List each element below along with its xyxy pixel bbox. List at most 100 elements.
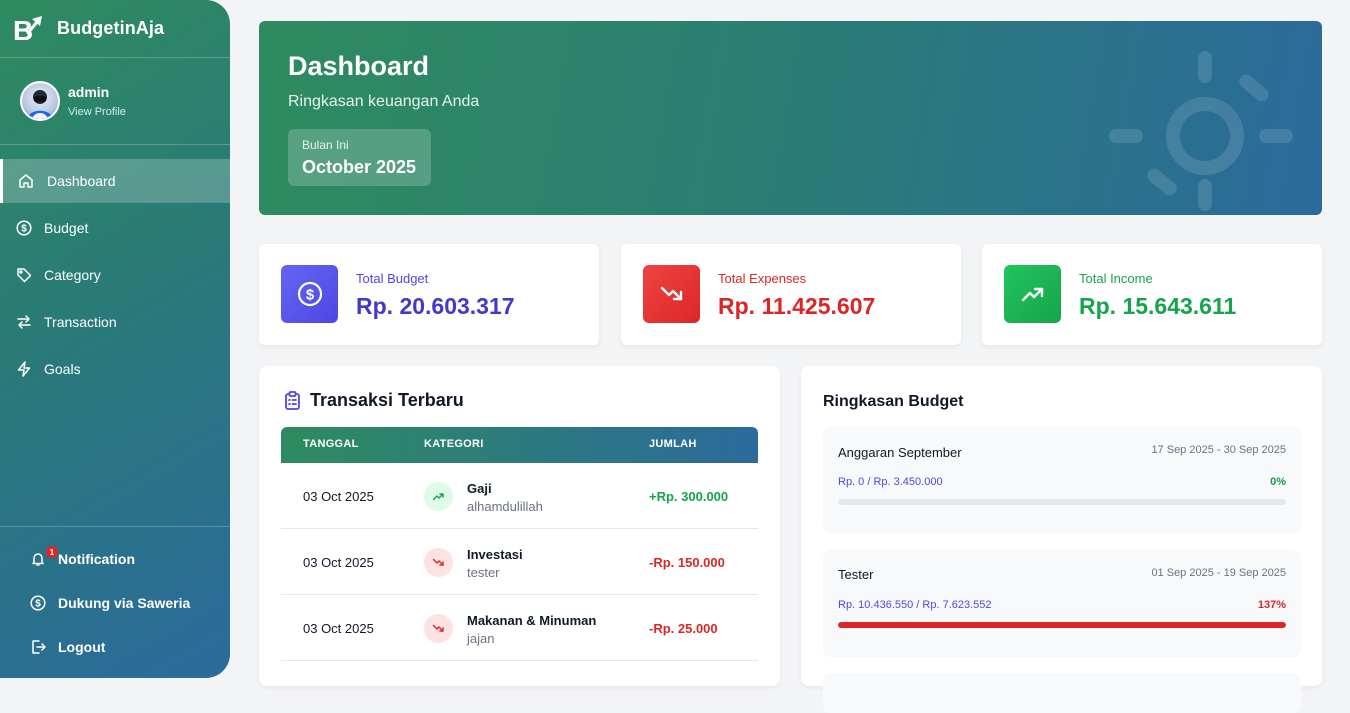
home-icon (18, 173, 34, 189)
logout-button[interactable]: Logout (0, 625, 230, 669)
saweria-button[interactable]: $ Dukung via Saweria (0, 581, 230, 625)
row-note: alhamdulillah (467, 499, 543, 514)
svg-text:$: $ (21, 224, 27, 235)
panel-title: Ringkasan Budget (823, 393, 964, 410)
stat-label: Total Budget (356, 271, 429, 286)
sidebar-divider (0, 57, 230, 58)
budget-progress-track (838, 622, 1286, 628)
budget-amount: Rp. 0 / Rp. 3.450.000 (838, 476, 943, 488)
sidebar-item-transaction[interactable]: Transaction (0, 300, 230, 344)
dollar-circle-icon: $ (281, 265, 338, 323)
table-row[interactable]: 03 Oct 2025 Gaji alhamdulillah +Rp. 300.… (281, 463, 758, 529)
budget-name: Tester (838, 567, 874, 582)
row-note: jajan (467, 631, 495, 646)
stat-value: Rp. 11.425.607 (718, 293, 876, 319)
notification-badge: 1 (46, 546, 58, 558)
app-name: BudgetinAja (57, 17, 165, 38)
row-note: tester (467, 565, 500, 580)
lightning-icon (16, 361, 32, 377)
view-profile-link[interactable]: View Profile (68, 106, 126, 118)
page-subtitle: Ringkasan keuangan Anda (288, 93, 480, 110)
column-header-category: KATEGORI (424, 438, 484, 450)
brand[interactable]: B BudgetinAja (13, 12, 164, 44)
sidebar-item-category[interactable]: Category (0, 253, 230, 297)
budget-summary-panel: Ringkasan Budget Anggaran September 17 S… (801, 366, 1322, 713)
row-category: Investasi (467, 547, 523, 562)
budget-progress-track (838, 499, 1286, 505)
sidebar-item-goals[interactable]: Goals (0, 347, 230, 391)
sidebar-item-label: Category (44, 267, 101, 283)
trending-down-icon (424, 548, 453, 577)
stat-card-total-income: Total Income Rp. 15.643.611 (982, 244, 1322, 345)
sidebar: B BudgetinAja admin View Profile Dashboa… (0, 0, 230, 678)
avatar[interactable] (20, 81, 60, 121)
budget-progress-fill (838, 622, 1286, 628)
row-category: Gaji (467, 481, 492, 496)
stat-card-total-expenses: Total Expenses Rp. 11.425.607 (621, 244, 961, 345)
period-value: October 2025 (302, 157, 417, 177)
sidebar-item-label: Goals (44, 361, 81, 377)
stat-label: Total Expenses (718, 271, 807, 286)
row-amount: -Rp. 150.000 (649, 555, 725, 570)
table-row[interactable]: 03 Oct 2025 Makanan & Minuman jajan -Rp.… (281, 595, 758, 661)
budget-dates: 01 Sep 2025 - 19 Sep 2025 (1151, 567, 1286, 579)
logout-icon (30, 639, 46, 655)
row-category: Makanan & Minuman (467, 613, 597, 628)
transfer-arrows-icon (16, 314, 32, 330)
stat-label: Total Income (1079, 271, 1153, 286)
trending-up-icon (424, 482, 453, 511)
row-date: 03 Oct 2025 (303, 555, 374, 570)
page-title: Dashboard (288, 51, 430, 81)
budget-dates: 17 Sep 2025 - 30 Sep 2025 (1151, 444, 1286, 456)
sidebar-divider (0, 144, 230, 145)
clipboard-list-icon (284, 391, 301, 410)
budget-card[interactable]: Anggaran September 17 Sep 2025 - 30 Sep … (823, 427, 1301, 534)
svg-text:$: $ (35, 599, 41, 610)
logout-label: Logout (58, 639, 106, 655)
profile-name: admin (68, 84, 110, 100)
budget-card[interactable]: Tester 01 Sep 2025 - 19 Sep 2025 Rp. 10.… (823, 550, 1301, 657)
profile-block[interactable]: admin View Profile (20, 81, 126, 121)
budget-percent: 0% (1270, 476, 1286, 488)
trending-down-icon (643, 265, 700, 323)
transactions-table: TANGGAL KATEGORI JUMLAH 03 Oct 2025 Gaji… (281, 427, 758, 661)
budget-amount: Rp. 10.436.550 / Rp. 7.623.552 (838, 599, 992, 611)
dollar-circle-icon: $ (16, 220, 32, 236)
period-label: Bulan Ini (302, 138, 349, 152)
stat-value: Rp. 15.643.611 (1079, 293, 1237, 319)
budget-name: Anggaran September (838, 445, 962, 460)
budget-card[interactable] (823, 673, 1301, 713)
row-amount: +Rp. 300.000 (649, 489, 729, 504)
sidebar-item-label: Budget (44, 220, 89, 236)
stat-value: Rp. 20.603.317 (356, 293, 515, 319)
row-date: 03 Oct 2025 (303, 489, 374, 504)
row-amount: -Rp. 25.000 (649, 621, 718, 636)
column-header-date: TANGGAL (303, 438, 359, 450)
saweria-label: Dukung via Saweria (58, 595, 191, 611)
sidebar-item-budget[interactable]: $ Budget (0, 206, 230, 250)
column-header-amount: JUMLAH (649, 438, 697, 450)
sidebar-item-dashboard[interactable]: Dashboard (0, 159, 230, 203)
sidebar-nav: Dashboard $ Budget Category Transaction … (0, 159, 230, 394)
dollar-circle-icon: $ (30, 595, 46, 611)
sidebar-divider (0, 526, 230, 527)
budget-percent: 137% (1257, 599, 1286, 611)
bell-icon (30, 551, 46, 567)
notification-button[interactable]: 1 Notification (0, 537, 230, 581)
sidebar-bottom-nav: 1 Notification $ Dukung via Saweria Logo… (0, 537, 230, 669)
tag-icon (16, 267, 32, 283)
avatar-image-icon (27, 90, 53, 119)
period-box: Bulan Ini October 2025 (288, 129, 431, 186)
stat-card-total-budget: $ Total Budget Rp. 20.603.317 (259, 244, 599, 345)
app-logo-icon: B (13, 15, 42, 43)
table-header: TANGGAL KATEGORI JUMLAH (281, 427, 758, 463)
recent-transactions-panel: Transaksi Terbaru TANGGAL KATEGORI JUMLA… (259, 366, 780, 686)
dashboard-hero: Dashboard Ringkasan keuangan Anda Bulan … (259, 21, 1322, 215)
trending-up-icon (1004, 265, 1061, 323)
panel-title: Transaksi Terbaru (284, 390, 464, 411)
table-row[interactable]: 03 Oct 2025 Investasi tester -Rp. 150.00… (281, 529, 758, 595)
sidebar-item-label: Transaction (44, 314, 117, 330)
sun-decoration-icon (1109, 51, 1293, 211)
panel-title-text: Transaksi Terbaru (310, 390, 464, 410)
sidebar-item-label: Dashboard (47, 173, 116, 189)
